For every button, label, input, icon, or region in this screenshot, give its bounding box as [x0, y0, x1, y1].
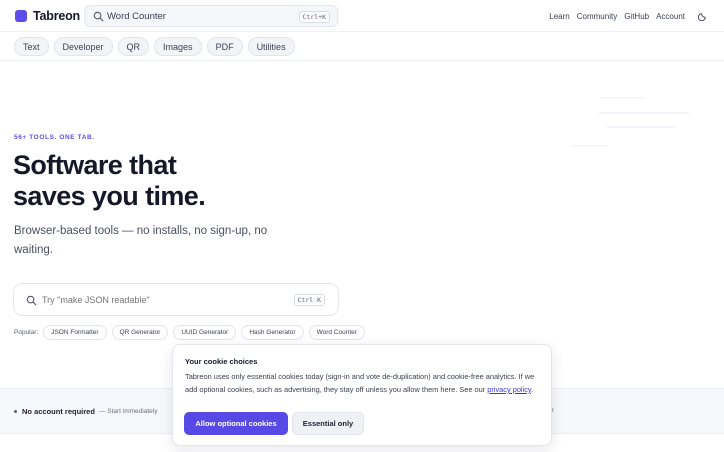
cookie-consent-dialog: Your cookie choices Tabreon uses only es… — [172, 344, 552, 446]
popular-label: Popular: — [14, 329, 39, 336]
brand-logo[interactable]: Tabreon — [15, 9, 80, 23]
essential-only-button[interactable]: Essential only — [292, 412, 364, 435]
tool-search-input[interactable] — [42, 292, 282, 308]
popular-hash-generator[interactable]: Hash Generator — [241, 325, 304, 340]
decorative-line — [606, 126, 676, 128]
popular-tools: Popular: JSON Formatter QR Generator UUI… — [14, 325, 370, 340]
hero-title-line-1: Software that — [13, 150, 177, 180]
category-images[interactable]: Images — [154, 37, 202, 56]
feature-title: No account required — [22, 407, 95, 416]
nav-learn[interactable]: Learn — [549, 12, 569, 21]
bullet-dot — [14, 410, 17, 413]
category-text[interactable]: Text — [14, 37, 49, 56]
search-shortcut-hint: Ctrl+K — [298, 11, 330, 23]
hero-subtitle: Browser-based tools — no installs, no si… — [14, 225, 268, 256]
cookie-dialog-title: Your cookie choices — [185, 357, 258, 366]
feature-text-fragment: r — [552, 407, 555, 414]
category-bar: Text Developer QR Images PDF Utilities — [0, 32, 724, 61]
popular-qr-generator[interactable]: QR Generator — [111, 325, 169, 340]
logo-mark-icon — [15, 10, 27, 22]
cookie-body-end: . — [531, 385, 534, 394]
search-icon — [93, 11, 104, 22]
top-nav: Learn Community GitHub Account — [549, 11, 724, 21]
privacy-policy-link[interactable]: privacy policy — [487, 385, 531, 394]
nav-account[interactable]: Account — [656, 12, 685, 21]
top-header: Tabreon Ctrl+K Learn Community GitHub Ac… — [0, 0, 724, 32]
cookie-body-text: Tabreon uses only essential cookies toda… — [185, 372, 535, 394]
category-pdf[interactable]: PDF — [206, 37, 243, 56]
decorative-line — [598, 112, 690, 114]
header-search[interactable]: Ctrl+K — [84, 5, 338, 27]
feature-description: — Start immediately — [98, 408, 158, 415]
nav-github[interactable]: GitHub — [624, 12, 649, 21]
decorative-line — [572, 145, 608, 147]
category-developer[interactable]: Developer — [53, 37, 113, 56]
tool-search-shortcut-hint: Ctrl K — [293, 294, 325, 306]
allow-optional-cookies-button[interactable]: Allow optional cookies — [184, 412, 288, 435]
brand-name: Tabreon — [33, 9, 80, 23]
category-qr[interactable]: QR — [117, 37, 150, 56]
cookie-dialog-body: Tabreon uses only essential cookies toda… — [185, 370, 545, 396]
tool-search[interactable]: Ctrl K — [13, 283, 339, 316]
theme-toggle-moon-icon[interactable] — [698, 11, 708, 21]
nav-community[interactable]: Community — [577, 12, 617, 21]
hero-title: Software that saves you time. — [13, 150, 313, 212]
popular-word-counter[interactable]: Word Counter — [308, 325, 365, 340]
feature-no-account: No account required — Start immediately — [14, 407, 157, 416]
hero-eyebrow: 56+ TOOLS. ONE TAB. — [14, 134, 95, 141]
search-icon — [26, 295, 37, 306]
decorative-line — [600, 97, 644, 99]
popular-json-formatter[interactable]: JSON Formatter — [43, 325, 107, 340]
header-search-input[interactable] — [107, 7, 297, 25]
hero-title-line-2: saves you time. — [13, 181, 206, 211]
popular-uuid-generator[interactable]: UUID Generator — [173, 325, 237, 340]
category-utilities[interactable]: Utilities — [247, 37, 295, 56]
